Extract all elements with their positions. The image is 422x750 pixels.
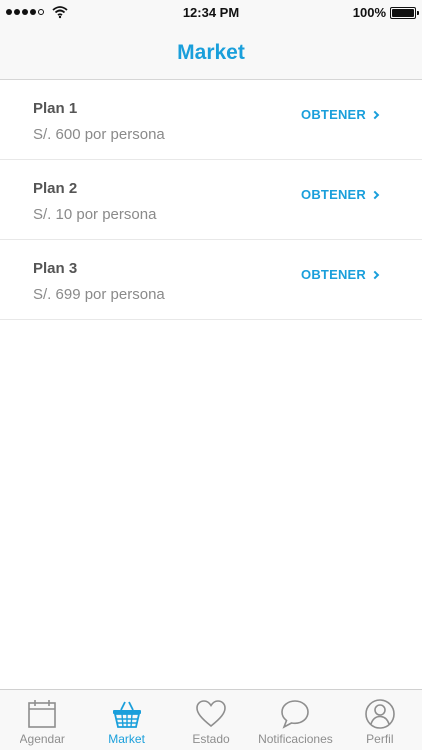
- plan-item-3: Plan 3 S/. 699 por persona OBTENER: [0, 240, 422, 320]
- tab-market[interactable]: Market: [84, 690, 168, 750]
- battery-icon: [390, 7, 419, 19]
- tab-label: Perfil: [366, 732, 394, 746]
- tab-label: Market: [108, 732, 145, 746]
- plan-name: Plan 3: [33, 260, 78, 277]
- user-icon: [365, 699, 395, 729]
- tab-bar: Agendar Market Estado Notificaciones Per…: [0, 689, 422, 750]
- chat-bubble-icon: [281, 700, 310, 729]
- navigation-bar: Market: [0, 26, 422, 80]
- plan-price: S/. 600 por persona: [33, 126, 165, 143]
- chevron-right-icon: [370, 270, 380, 280]
- plan-name: Plan 2: [33, 180, 78, 197]
- plan-item-1: Plan 1 S/. 600 por persona OBTENER: [0, 80, 422, 160]
- plan-name: Plan 1: [33, 100, 78, 117]
- chevron-right-icon: [370, 110, 380, 120]
- battery-percentage: 100%: [352, 5, 386, 20]
- tab-label: Estado: [192, 732, 230, 746]
- tab-label: Agendar: [19, 732, 65, 746]
- obtener-button-plan-3[interactable]: OBTENER: [301, 267, 380, 282]
- calendar-icon: [28, 700, 57, 728]
- obtener-label: OBTENER: [301, 187, 366, 202]
- plan-price: S/. 699 por persona: [33, 286, 165, 303]
- obtener-button-plan-2[interactable]: OBTENER: [301, 187, 380, 202]
- plan-price: S/. 10 por persona: [33, 206, 157, 223]
- heart-icon: [196, 700, 226, 728]
- plan-list: Plan 1 S/. 600 por persona OBTENER Plan …: [0, 80, 422, 320]
- chevron-right-icon: [370, 190, 380, 200]
- tab-label: Notificaciones: [258, 732, 333, 746]
- obtener-label: OBTENER: [301, 267, 366, 282]
- page-title: Market: [177, 40, 245, 64]
- obtener-button-plan-1[interactable]: OBTENER: [301, 107, 380, 122]
- plan-item-2: Plan 2 S/. 10 por persona OBTENER: [0, 160, 422, 240]
- tab-estado[interactable]: Estado: [169, 690, 253, 750]
- basket-icon: [112, 701, 141, 728]
- obtener-label: OBTENER: [301, 107, 366, 122]
- tab-notificaciones[interactable]: Notificaciones: [253, 690, 337, 750]
- status-bar: 12:34 PM 100%: [0, 0, 422, 26]
- tab-perfil[interactable]: Perfil: [338, 690, 422, 750]
- tab-agendar[interactable]: Agendar: [0, 690, 84, 750]
